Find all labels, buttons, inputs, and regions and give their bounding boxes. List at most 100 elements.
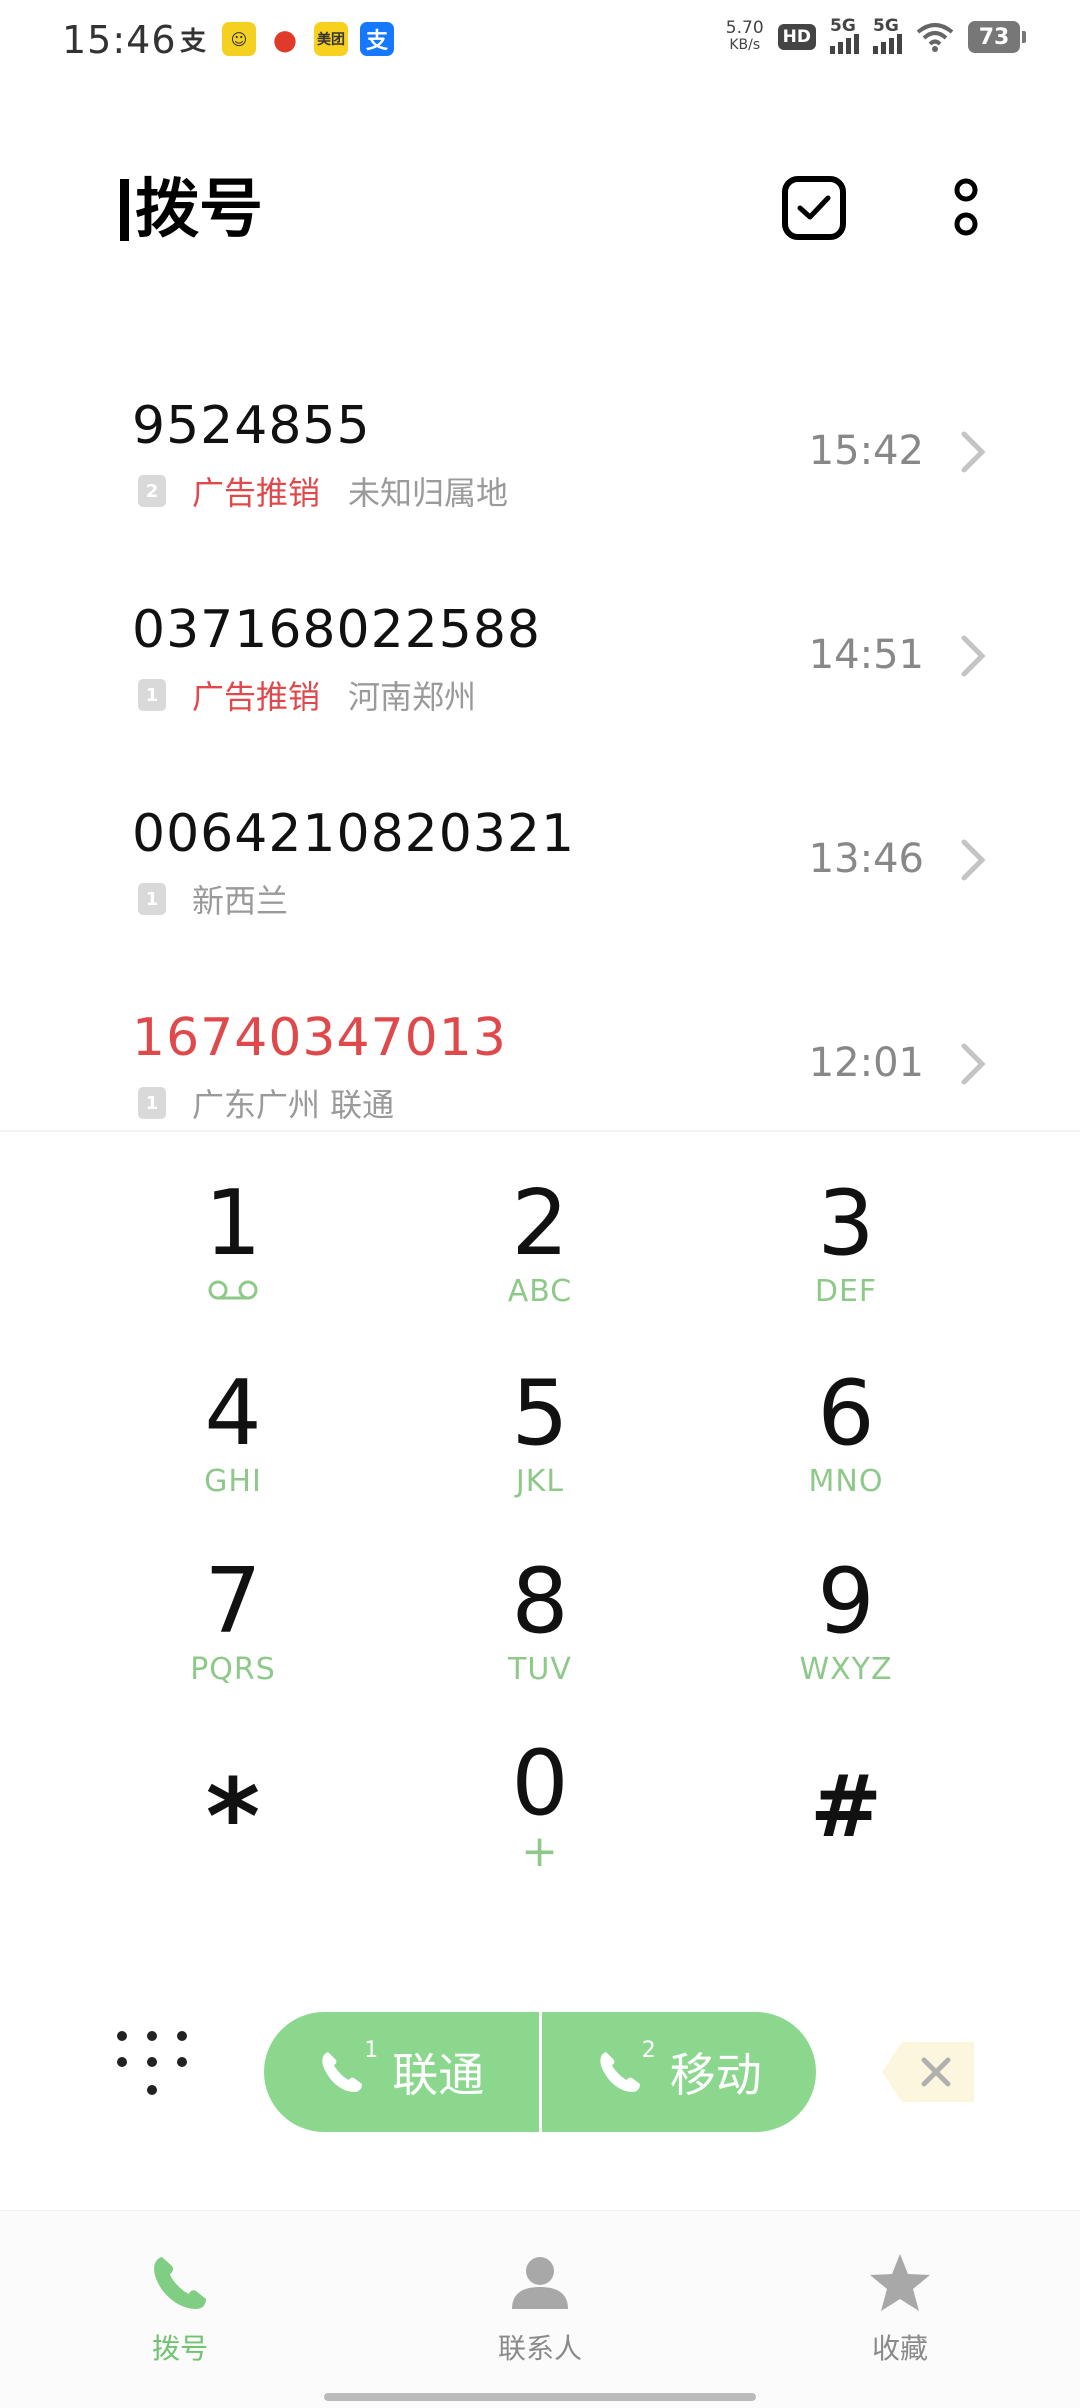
dial-key-5[interactable]: 5 JKL xyxy=(390,1322,690,1502)
tab-contacts[interactable]: 联系人 xyxy=(440,2251,640,2367)
dial-key-1[interactable]: 1 xyxy=(83,1132,383,1312)
alipay-icon: 支 xyxy=(179,26,206,57)
person-icon xyxy=(512,2257,568,2309)
dial-key-star[interactable]: * xyxy=(83,1692,383,1872)
chevron-right-icon[interactable] xyxy=(956,1042,992,1086)
call-meta: 2 广告推销 未知归属地 xyxy=(138,468,508,514)
sim-card-icon: 2 xyxy=(138,475,166,507)
voicemail-icon xyxy=(208,1280,258,1300)
call-meta: 1 广东广州 联通 xyxy=(138,1080,394,1126)
tab-dial[interactable]: 拨号 xyxy=(80,2251,280,2367)
dialpad-toggle-icon[interactable] xyxy=(112,2026,192,2106)
status-right: 5.70 KB/s HD 5G 5G 73 xyxy=(726,16,1026,54)
tab-favorites[interactable]: 收藏 xyxy=(800,2251,1000,2367)
call-number: 9524855 xyxy=(132,396,371,456)
key-digit: 2 xyxy=(511,1171,569,1276)
key-digit: # xyxy=(809,1757,883,1857)
phone-icon xyxy=(154,2257,206,2309)
key-letters: DEF xyxy=(814,1274,878,1309)
call-number-missed: 16740347013 xyxy=(132,1008,507,1068)
status-bar: 15:46 支 ☺ ● 美团 支 5.70 KB/s HD 5G 5G 73 xyxy=(0,0,1080,84)
dial-key-7[interactable]: 7 PQRS xyxy=(83,1510,383,1690)
phone-icon: 1 xyxy=(318,2038,378,2096)
home-indicator[interactable] xyxy=(324,2393,756,2401)
notification-icons: 支 ☺ ● 美团 支 xyxy=(176,22,394,57)
key-digit: 4 xyxy=(204,1361,262,1466)
call-meta: 1 广告推销 河南郑州 xyxy=(138,672,476,718)
call-time: 14:51 xyxy=(808,632,924,678)
dial-key-3[interactable]: 3 DEF xyxy=(696,1132,996,1312)
dial-key-8[interactable]: 8 TUV xyxy=(390,1510,690,1690)
call-meta: 1 新西兰 xyxy=(138,876,288,922)
sim-card-icon: 1 xyxy=(138,883,166,915)
dial-key-hash[interactable]: # xyxy=(696,1692,996,1872)
call-sim2-button[interactable]: 2 移动 xyxy=(538,2012,817,2132)
sim-index: 1 xyxy=(364,2038,379,2063)
star-icon xyxy=(870,2254,930,2311)
battery-level: 73 xyxy=(978,24,1010,50)
net-speed-value: 5.70 xyxy=(725,18,764,38)
call-log-item[interactable]: 037168022588 1 广告推销 河南郑州 14:51 xyxy=(0,564,1080,768)
key-letters: JKL xyxy=(515,1464,565,1499)
key-letters: ABC xyxy=(507,1274,573,1309)
call-number: 0064210820321 xyxy=(132,804,576,864)
call-button-group: 1 联通 2 移动 xyxy=(264,2012,816,2132)
call-sim1-label: 联通 xyxy=(392,2048,485,2102)
call-time: 13:46 xyxy=(808,836,924,882)
phone-icon: 2 xyxy=(596,2038,656,2096)
app-icon-yellow: ☺ xyxy=(222,22,256,56)
tab-dial-label: 拨号 xyxy=(151,2332,208,2365)
chevron-right-icon[interactable] xyxy=(956,838,992,882)
call-time: 12:01 xyxy=(808,1040,924,1086)
title-indicator xyxy=(120,179,129,241)
call-location: 未知归属地 xyxy=(348,474,509,512)
status-time: 15:46 xyxy=(62,18,177,62)
key-digit: 8 xyxy=(511,1549,569,1654)
key-letters: MNO xyxy=(808,1464,884,1499)
select-checkbox-button[interactable] xyxy=(782,176,846,240)
meituan-icon: 美团 xyxy=(314,22,348,56)
key-letters: WXYZ xyxy=(799,1652,893,1687)
call-sim1-button[interactable]: 1 联通 xyxy=(264,2012,539,2132)
call-time: 15:42 xyxy=(808,428,924,474)
call-number: 037168022588 xyxy=(132,600,542,660)
key-letters: GHI xyxy=(204,1464,262,1499)
app-icon-red: ● xyxy=(272,22,298,56)
checkmark-icon xyxy=(797,195,831,220)
key-digit: 5 xyxy=(511,1361,569,1466)
dial-key-4[interactable]: 4 GHI xyxy=(83,1322,383,1502)
sim2-network-type: 5G xyxy=(873,16,899,36)
bottom-navigation: 拨号 联系人 收藏 xyxy=(0,2210,1080,2408)
key-digit: 1 xyxy=(204,1171,262,1276)
chevron-right-icon[interactable] xyxy=(956,430,992,474)
call-log-list: 9524855 2 广告推销 未知归属地 15:42 037168022588 … xyxy=(0,360,1080,1176)
dial-key-0[interactable]: 0 + xyxy=(390,1692,690,1877)
battery-icon: 73 xyxy=(968,21,1026,53)
key-digit: * xyxy=(205,1756,261,1878)
call-sim2-label: 移动 xyxy=(669,2048,762,2102)
wifi-icon xyxy=(916,23,954,52)
sim-index: 2 xyxy=(641,2038,656,2063)
key-letters: + xyxy=(521,1826,559,1877)
key-digit: 9 xyxy=(817,1549,875,1654)
net-speed: 5.70 KB/s xyxy=(726,20,764,54)
sim-card-icon: 1 xyxy=(138,1087,166,1119)
dial-key-6[interactable]: 6 MNO xyxy=(696,1322,996,1502)
dial-key-2[interactable]: 2 ABC xyxy=(390,1132,690,1312)
key-digit: 6 xyxy=(817,1361,875,1466)
chevron-right-icon[interactable] xyxy=(956,634,992,678)
dial-key-9[interactable]: 9 WXYZ xyxy=(696,1510,996,1690)
call-log-item[interactable]: 9524855 2 广告推销 未知归属地 15:42 xyxy=(0,360,1080,564)
tab-contacts-label: 联系人 xyxy=(497,2332,582,2365)
key-letters: TUV xyxy=(508,1652,572,1687)
tab-favorites-label: 收藏 xyxy=(871,2332,928,2365)
alipay-blue-icon: 支 xyxy=(360,22,394,56)
spam-tag: 广告推销 xyxy=(192,678,321,716)
backspace-icon[interactable] xyxy=(880,2040,976,2104)
signal-sim2-icon: 5G xyxy=(873,16,902,54)
key-digit: 3 xyxy=(817,1171,875,1276)
sim1-network-type: 5G xyxy=(830,16,856,36)
call-log-item[interactable]: 0064210820321 1 新西兰 13:46 xyxy=(0,768,1080,972)
more-options-icon[interactable] xyxy=(944,176,988,246)
key-digit: 0 xyxy=(511,1731,569,1836)
